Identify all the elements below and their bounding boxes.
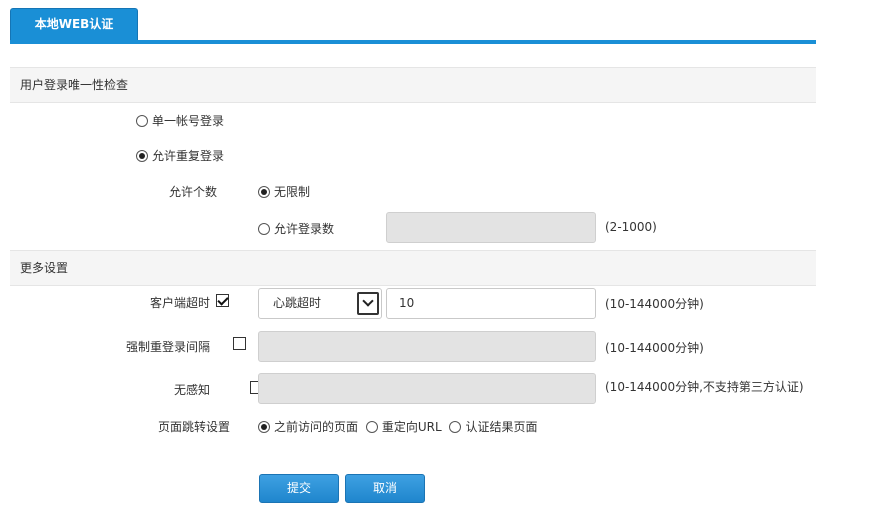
force-relogin-label: 强制重登录间隔 xyxy=(125,340,210,354)
radio-single-account-label: 单一帐号登录 xyxy=(152,114,225,128)
radio-allow-duplicate-circle[interactable] xyxy=(136,150,148,162)
force-relogin-hint: (10-144000分钟) xyxy=(605,341,704,355)
radio-allowed-logins-circle[interactable] xyxy=(258,223,270,235)
radio-single-account-circle[interactable] xyxy=(136,115,148,127)
client-timeout-hint: (10-144000分钟) xyxy=(605,297,704,311)
radio-redirect-url-circle[interactable] xyxy=(365,421,378,433)
force-relogin-input[interactable] xyxy=(258,331,596,362)
client-timeout-input[interactable]: 10 xyxy=(386,288,596,319)
section-header-more-settings: 更多设置 xyxy=(10,250,816,286)
allow-count-label: 允许个数 xyxy=(168,185,217,199)
redirect-options: 之前访问的页面 重定向URL 认证结果页面 xyxy=(258,418,538,435)
redirect-label: 页面跳转设置 xyxy=(157,420,230,434)
radio-allow-duplicate-label: 允许重复登录 xyxy=(152,149,225,163)
client-timeout-type-value: 心跳超时 xyxy=(273,296,322,310)
submit-button[interactable]: 提交 xyxy=(259,474,339,503)
no-perception-hint: (10-144000分钟,不支持第三方认证) xyxy=(605,380,804,394)
tab-local-web-auth[interactable]: 本地WEB认证 xyxy=(10,8,138,41)
client-timeout-type-select[interactable]: 心跳超时 xyxy=(258,288,382,319)
radio-single-account[interactable]: 单一帐号登录 xyxy=(136,112,224,129)
radio-auth-result-page-label: 认证结果页面 xyxy=(465,420,538,434)
radio-allowed-logins[interactable]: 允许登录数 xyxy=(258,220,334,237)
no-perception-label: 无感知 xyxy=(173,383,210,397)
allowed-logins-input[interactable] xyxy=(386,212,596,243)
radio-auth-result-page[interactable]: 认证结果页面 xyxy=(449,420,538,434)
radio-unlimited-circle[interactable] xyxy=(258,186,270,198)
section-header-login-uniqueness: 用户登录唯一性检查 xyxy=(10,67,816,103)
tab-underline xyxy=(10,40,816,44)
chevron-down-icon[interactable] xyxy=(357,292,379,315)
radio-redirect-url-label: 重定向URL xyxy=(381,420,442,434)
radio-previous-page-circle[interactable] xyxy=(258,421,270,433)
client-timeout-label: 客户端超时 xyxy=(149,296,210,310)
client-timeout-checkbox[interactable] xyxy=(216,294,229,307)
radio-auth-result-page-circle[interactable] xyxy=(449,421,462,433)
radio-previous-page[interactable]: 之前访问的页面 xyxy=(258,420,358,434)
radio-unlimited[interactable]: 无限制 xyxy=(258,183,310,200)
radio-previous-page-label: 之前访问的页面 xyxy=(274,420,359,434)
force-relogin-checkbox[interactable] xyxy=(232,337,246,350)
radio-allow-duplicate[interactable]: 允许重复登录 xyxy=(136,147,224,164)
radio-redirect-url[interactable]: 重定向URL xyxy=(365,420,442,434)
cancel-button[interactable]: 取消 xyxy=(345,474,425,503)
tab-bar: 本地WEB认证 xyxy=(10,0,816,44)
radio-allowed-logins-label: 允许登录数 xyxy=(274,222,335,236)
radio-unlimited-label: 无限制 xyxy=(274,185,311,199)
allowed-logins-hint: (2-1000) xyxy=(605,220,657,234)
no-perception-input[interactable] xyxy=(258,373,596,404)
